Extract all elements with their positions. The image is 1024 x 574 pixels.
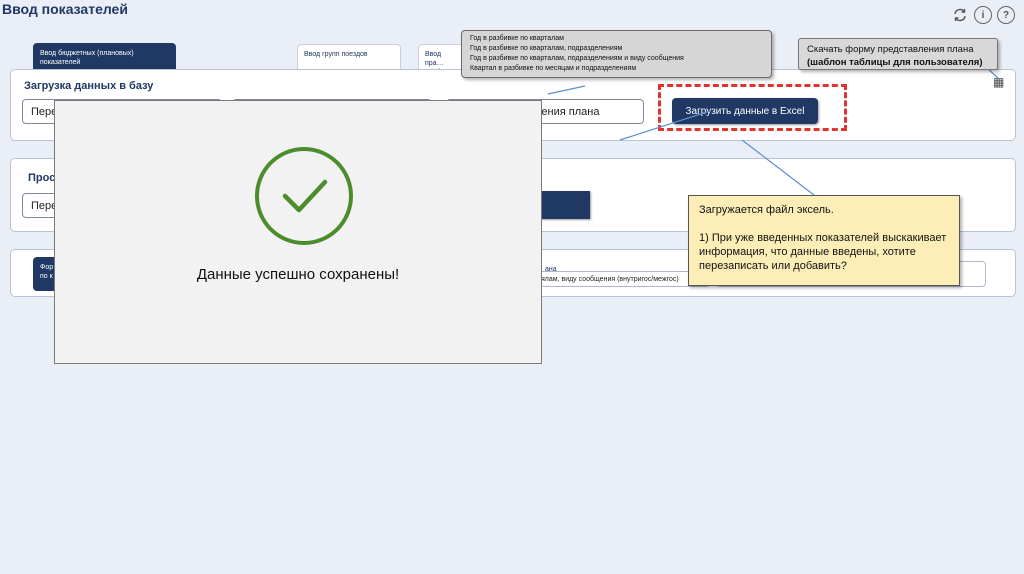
template-callout: Скачать форму представления плана (шабло…: [798, 38, 998, 70]
period-options-callout: Год в разбивке по кварталам Год в разбив…: [461, 30, 772, 78]
success-modal: Данные успешно сохранены!: [54, 100, 542, 364]
connector-excel: [741, 139, 815, 196]
excel-loading-title: Загружается файл эксель.: [699, 204, 834, 216]
template-callout-line2: (шаблон таблицы для пользователя): [807, 57, 983, 68]
period-option-4: Квартал в разбивке по месяцам и подразде…: [470, 65, 637, 72]
connector-period: [547, 85, 586, 95]
check-icon: [255, 147, 353, 245]
success-message: Данные успешно сохранены!: [196, 266, 400, 283]
period-option-3: Год в разбивке по кварталам, подразделен…: [470, 55, 684, 62]
excel-loading-note: Загружается файл эксель. 1) При уже введ…: [688, 195, 960, 286]
connector-upload: [619, 110, 711, 141]
period-option-1: Год в разбивке по кварталам: [470, 35, 564, 42]
excel-loading-body: 1) При уже введенных показателей выскаки…: [699, 232, 947, 272]
template-callout-line1: Скачать форму представления плана: [807, 44, 974, 55]
period-option-2: Год в разбивке по кварталам, подразделен…: [470, 45, 623, 52]
